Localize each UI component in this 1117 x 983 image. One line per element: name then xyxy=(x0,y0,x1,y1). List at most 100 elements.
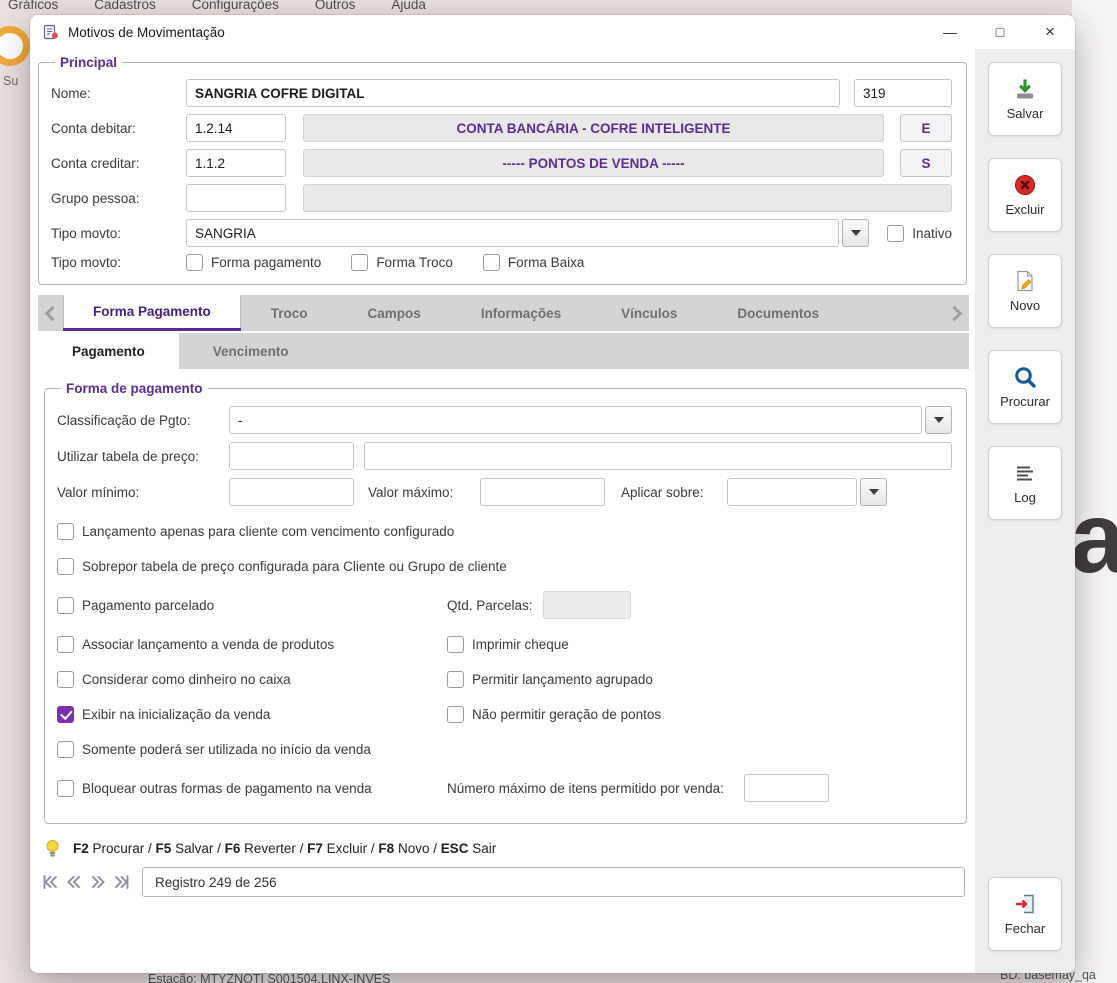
minimize-button[interactable]: — xyxy=(925,15,975,49)
search-icon xyxy=(1013,365,1037,389)
forma-troco-checkbox-box[interactable] xyxy=(351,254,369,271)
subtab-vencimento[interactable]: Vencimento xyxy=(179,333,323,369)
aplicar-sobre-dropdown-button[interactable] xyxy=(860,478,887,506)
qtd-parcelas-label: Qtd. Parcelas: xyxy=(447,597,533,613)
inativo-checkbox-box[interactable] xyxy=(887,224,905,242)
chevron-left-icon xyxy=(44,305,61,321)
bloquear-outras-formas-checkbox[interactable]: Bloquear outras formas de pagamento na v… xyxy=(57,779,447,797)
forma-troco-checkbox[interactable]: Forma Troco xyxy=(351,254,453,271)
app-logo-icon xyxy=(0,26,30,66)
save-icon xyxy=(1013,77,1037,101)
nao-permitir-geracao-pontos-checkbox-label: Não permitir geração de pontos xyxy=(472,706,662,722)
aplicar-sobre-combo-input[interactable] xyxy=(727,478,857,506)
tab-troco[interactable]: Troco xyxy=(241,295,338,331)
tab-forma-pagamento[interactable]: Forma Pagamento xyxy=(63,295,241,331)
procurar-label: Procurar xyxy=(1000,394,1050,409)
menu-item-cadastros[interactable]: Cadastros xyxy=(94,0,156,12)
valor-maximo-input[interactable] xyxy=(480,478,605,506)
imprimir-cheque-checkbox[interactable]: Imprimir cheque xyxy=(447,635,569,653)
tabela-preco-desc-input[interactable] xyxy=(364,442,952,470)
conta-creditar-input[interactable] xyxy=(186,149,286,177)
grupo-pessoa-input[interactable] xyxy=(186,184,286,212)
lancamento-apenas-cliente-checkbox-box[interactable] xyxy=(57,522,74,540)
bloquear-outras-formas-checkbox-box[interactable] xyxy=(57,779,74,797)
tab-informacoes[interactable]: Informações xyxy=(451,295,591,331)
tabs-scroll-left-button[interactable] xyxy=(38,295,63,331)
check-row: Bloquear outras formas de pagamento na v… xyxy=(57,774,952,802)
forma-pagamento-checkbox[interactable]: Forma pagamento xyxy=(186,254,321,271)
chevron-down-icon xyxy=(933,417,944,423)
excluir-button[interactable]: Excluir xyxy=(988,158,1062,232)
previous-record-button[interactable] xyxy=(62,869,86,895)
record-counter: Registro 249 de 256 xyxy=(142,867,965,897)
pagamento-parcelado-checkbox[interactable]: Pagamento parcelado xyxy=(57,596,447,614)
log-button[interactable]: Log xyxy=(988,446,1062,520)
tabela-preco-row: Utilizar tabela de preço: xyxy=(57,442,952,470)
classificacao-combo-input[interactable] xyxy=(229,406,922,434)
grupo-pessoa-description xyxy=(303,184,952,212)
permitir-lancamento-agrupado-checkbox[interactable]: Permitir lançamento agrupado xyxy=(447,670,653,688)
tabs-scroll-right-button[interactable] xyxy=(944,295,969,331)
menu-item-configuracoes[interactable]: Configurações xyxy=(192,0,279,12)
pagamento-parcelado-checkbox-box[interactable] xyxy=(57,596,74,614)
associar-lancamento-venda-checkbox[interactable]: Associar lançamento a venda de produtos xyxy=(57,635,447,653)
menu-item-outros[interactable]: Outros xyxy=(315,0,356,12)
tipo-movto-combo-input[interactable] xyxy=(186,219,840,247)
chevron-down-icon xyxy=(868,489,879,495)
valor-minimo-input[interactable] xyxy=(229,478,354,506)
imprimir-cheque-checkbox-box[interactable] xyxy=(447,635,464,653)
dialog-titlebar[interactable]: Motivos de Movimentação — □ × xyxy=(30,15,1075,49)
check-row: Somente poderá ser utilizada no início d… xyxy=(57,739,952,759)
subtab-pagamento[interactable]: Pagamento xyxy=(38,333,179,369)
menu-item-graficos[interactable]: Gráficos xyxy=(8,0,58,12)
somente-inicio-venda-checkbox[interactable]: Somente poderá ser utilizada no início d… xyxy=(57,740,371,758)
salvar-button[interactable]: Salvar xyxy=(988,62,1062,136)
last-record-button[interactable] xyxy=(110,869,134,895)
forma-baixa-checkbox-box[interactable] xyxy=(482,254,500,271)
tabela-preco-code-input[interactable] xyxy=(229,442,354,470)
forma-baixa-checkbox[interactable]: Forma Baixa xyxy=(482,254,584,271)
next-record-button[interactable] xyxy=(86,869,110,895)
tab-vinculos[interactable]: Vínculos xyxy=(591,295,707,331)
classificacao-dropdown-button[interactable] xyxy=(925,406,952,434)
novo-button[interactable]: Novo xyxy=(988,254,1062,328)
nao-permitir-geracao-pontos-checkbox[interactable]: Não permitir geração de pontos xyxy=(447,705,662,723)
conta-creditar-s-button[interactable]: S xyxy=(900,149,952,177)
tab-campos[interactable]: Campos xyxy=(338,295,451,331)
menu-item-ajuda[interactable]: Ajuda xyxy=(391,0,426,12)
maximize-button[interactable]: □ xyxy=(975,15,1025,49)
sobrepor-tabela-preco-checkbox[interactable]: Sobrepor tabela de preço configurada par… xyxy=(57,557,507,575)
exibir-inicializacao-venda-checkbox[interactable]: Exibir na inicialização da venda xyxy=(57,705,447,723)
close-window-button[interactable]: × xyxy=(1025,15,1075,49)
inativo-checkbox[interactable]: Inativo xyxy=(887,224,952,242)
max-itens-input[interactable] xyxy=(743,774,829,802)
nome-input[interactable] xyxy=(186,79,840,107)
considerar-dinheiro-caixa-checkbox[interactable]: Considerar como dinheiro no caixa xyxy=(57,670,447,688)
tipo-movto-dropdown-button[interactable] xyxy=(842,219,870,247)
considerar-dinheiro-caixa-checkbox-label: Considerar como dinheiro no caixa xyxy=(82,671,291,687)
lancamento-apenas-cliente-checkbox[interactable]: Lançamento apenas para cliente com venci… xyxy=(57,522,454,540)
conta-debitar-e-button[interactable]: E xyxy=(900,114,952,142)
delete-icon xyxy=(1013,173,1037,197)
chevron-down-icon xyxy=(850,230,861,236)
exibir-inicializacao-venda-checkbox-box[interactable] xyxy=(57,705,74,723)
associar-lancamento-venda-checkbox-box[interactable] xyxy=(57,635,74,653)
shortcut-hint-text: F2 Procurar / F5 Salvar / F6 Reverter / … xyxy=(73,841,497,856)
tipo-movto-formas-row: Tipo movto: Forma pagamento Forma Troco … xyxy=(51,254,952,271)
fechar-button[interactable]: Fechar xyxy=(988,877,1062,951)
new-document-icon xyxy=(1013,269,1037,293)
somente-inicio-venda-checkbox-box[interactable] xyxy=(57,740,74,758)
conta-creditar-label: Conta creditar: xyxy=(51,155,140,171)
tab-documentos[interactable]: Documentos xyxy=(707,295,849,331)
forma-pagamento-checkbox-box[interactable] xyxy=(186,254,203,271)
procurar-button[interactable]: Procurar xyxy=(988,350,1062,424)
permitir-lancamento-agrupado-checkbox-box[interactable] xyxy=(447,670,464,688)
nao-permitir-geracao-pontos-checkbox-box[interactable] xyxy=(447,705,464,723)
record-navigation-bar: Registro 249 de 256 xyxy=(38,867,965,897)
considerar-dinheiro-caixa-checkbox-box[interactable] xyxy=(57,670,74,688)
conta-debitar-input[interactable] xyxy=(186,114,286,142)
first-record-button[interactable] xyxy=(38,869,62,895)
codigo-input[interactable] xyxy=(854,79,952,107)
check-row: Exibir na inicialização da venda Não per… xyxy=(57,704,952,724)
sobrepor-tabela-preco-checkbox-box[interactable] xyxy=(57,557,74,575)
